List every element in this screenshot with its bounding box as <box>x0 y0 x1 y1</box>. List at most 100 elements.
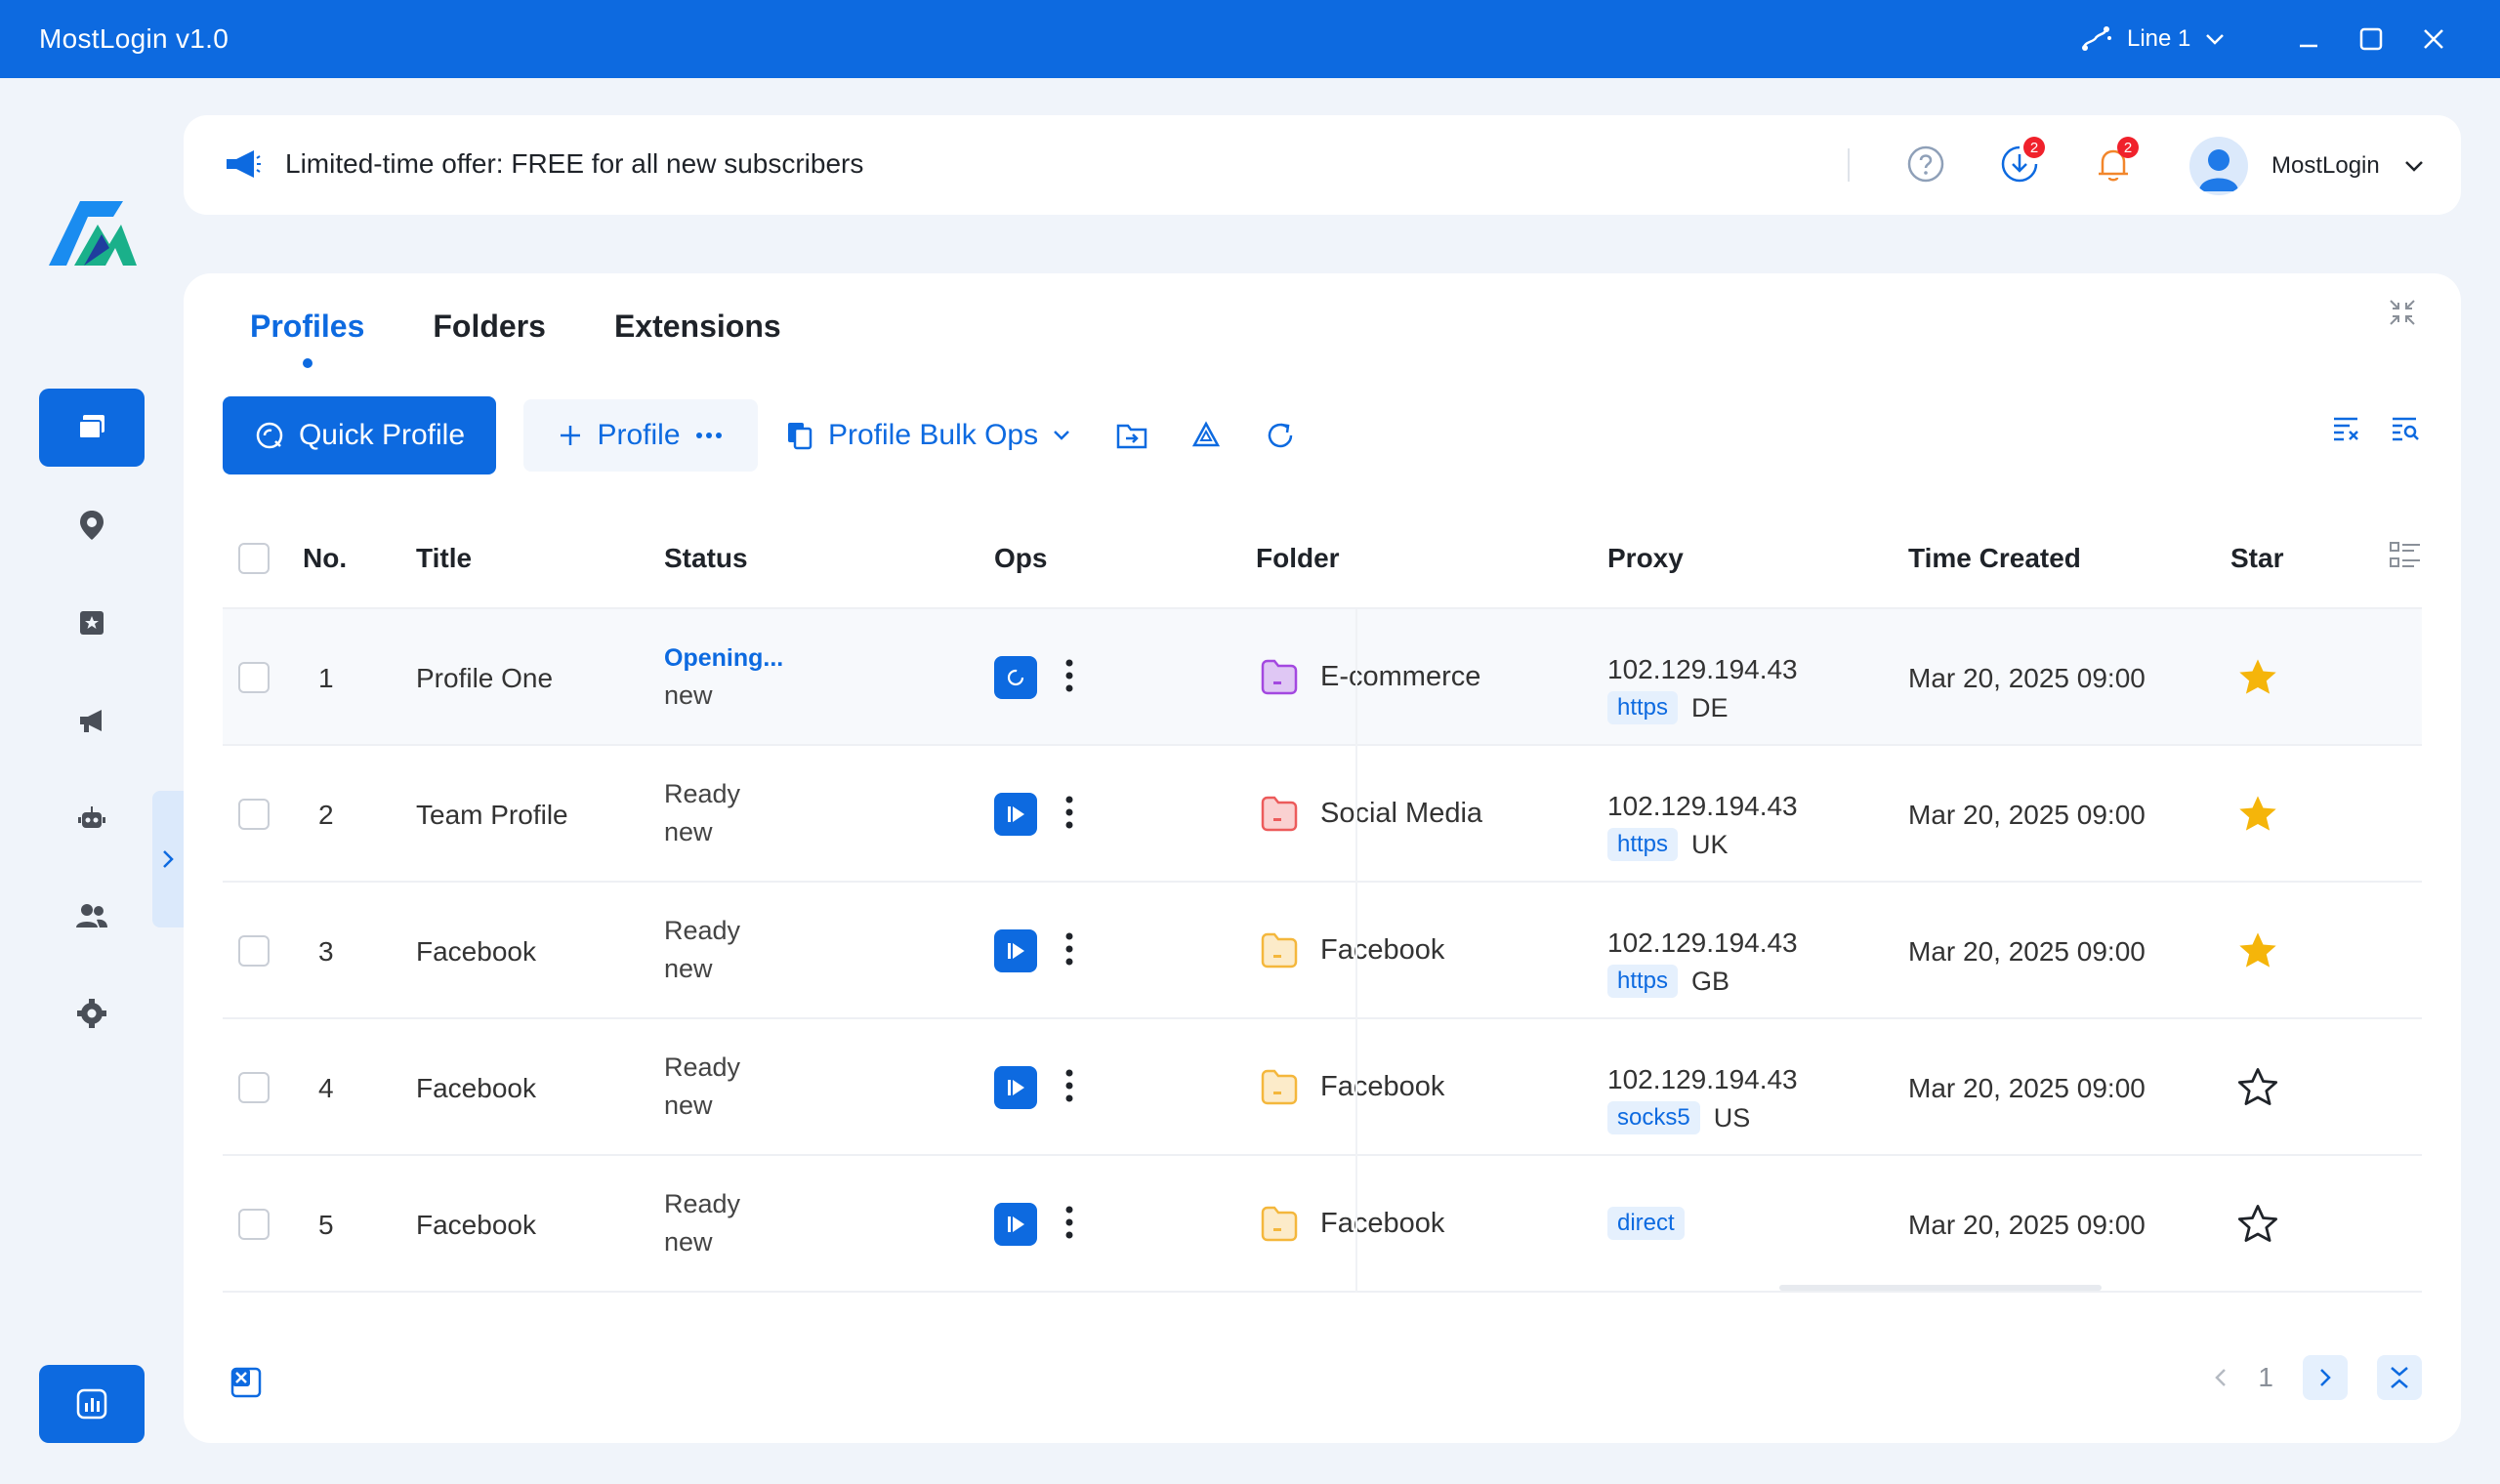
status: Opening... new <box>664 644 783 711</box>
sidebar-item-team[interactable] <box>39 877 145 955</box>
row-number: 4 <box>318 1073 334 1103</box>
sidebar-item-statistics[interactable] <box>39 1365 145 1443</box>
row-checkbox[interactable] <box>238 935 270 967</box>
open-profile-button[interactable] <box>994 1203 1037 1246</box>
sidebar-item-settings[interactable] <box>39 974 145 1052</box>
row-checkbox[interactable] <box>238 799 270 830</box>
move-to-folder-button[interactable] <box>1114 418 1149 453</box>
folder-cell[interactable]: Facebook <box>1260 1068 1444 1105</box>
open-profile-button[interactable] <box>994 1066 1037 1109</box>
open-profile-button[interactable] <box>994 793 1037 836</box>
status: Ready new <box>664 916 740 984</box>
opening-button[interactable] <box>994 656 1037 699</box>
notification-badge: 2 <box>2117 137 2139 158</box>
row-checkbox[interactable] <box>238 1209 270 1240</box>
collapse-rows-button[interactable] <box>2377 1355 2422 1400</box>
user-menu[interactable]: MostLogin <box>2189 137 2425 195</box>
sidebar-item-promotions[interactable] <box>39 681 145 760</box>
folder-cell[interactable]: Social Media <box>1260 795 1482 832</box>
tab-folders[interactable]: Folders <box>433 309 546 345</box>
profile-title[interactable]: Facebook <box>416 1210 536 1241</box>
next-page-icon <box>2320 1369 2331 1386</box>
star-filled-icon <box>2239 659 2276 694</box>
sidebar-expand-tab[interactable] <box>152 791 184 928</box>
horizontal-scrollbar[interactable] <box>1779 1285 2102 1291</box>
sidebar-item-profiles[interactable] <box>39 389 145 467</box>
prev-page-icon[interactable] <box>2213 1367 2229 1388</box>
row-more-button[interactable] <box>1064 931 1074 973</box>
sidebar-item-automation[interactable] <box>39 779 145 857</box>
sidebar-item-bookmarks[interactable] <box>39 584 145 662</box>
next-page-button[interactable] <box>2303 1355 2348 1400</box>
recycle-bin-button[interactable] <box>1188 418 1224 453</box>
row-more-button[interactable] <box>1064 658 1074 700</box>
row-checkbox[interactable] <box>238 1072 270 1103</box>
banner-divider <box>1848 148 1850 182</box>
row-more-button[interactable] <box>1064 1205 1074 1247</box>
tab-profiles[interactable]: Profiles <box>250 309 364 368</box>
table-row[interactable]: 4 Facebook Ready new Facebook 102.129.19… <box>223 1019 2422 1156</box>
column-status: Status <box>664 543 748 573</box>
bulk-ops-icon <box>788 423 812 450</box>
profile-title[interactable]: Facebook <box>416 1073 536 1104</box>
megaphone-icon <box>80 710 102 732</box>
column-settings-button[interactable] <box>2389 539 2422 579</box>
profiles-icon <box>78 415 104 439</box>
row-number: 2 <box>318 800 334 830</box>
star-toggle[interactable] <box>2236 656 2279 704</box>
profile-title[interactable]: Profile One <box>416 663 553 694</box>
collapse-panel-button[interactable] <box>2387 297 2418 333</box>
route-icon <box>2082 26 2111 51</box>
table-row[interactable]: 2 Team Profile Ready new Social Media 10… <box>223 746 2422 883</box>
minimize-button[interactable] <box>2289 20 2328 59</box>
table-row[interactable]: 3 Facebook Ready new Facebook 102.129.19… <box>223 883 2422 1019</box>
folder-name: E-commerce <box>1320 660 1481 692</box>
folder-move-icon <box>1116 424 1147 449</box>
quick-profile-button[interactable]: Quick Profile <box>223 396 496 474</box>
download-button[interactable]: 2 <box>1998 137 2045 186</box>
more-vertical-icon <box>1065 796 1073 829</box>
star-toggle[interactable] <box>2236 929 2279 977</box>
proxy-cell: 102.129.194.43 https DE <box>1607 654 1798 724</box>
star-outline-icon <box>2237 1068 2278 1105</box>
row-more-button[interactable] <box>1064 795 1074 837</box>
row-checkbox[interactable] <box>238 662 270 693</box>
star-toggle[interactable] <box>2236 1066 2279 1114</box>
export-excel-button[interactable] <box>229 1365 264 1405</box>
profile-title[interactable]: Facebook <box>416 936 536 968</box>
open-profile-button[interactable] <box>994 929 1037 972</box>
clear-filter-icon[interactable] <box>2330 412 2363 445</box>
time-created: Mar 20, 2025 09:00 <box>1908 800 2146 830</box>
profiles-table: No. Title Status Ops Folder Proxy Time C… <box>223 508 2422 1293</box>
folder-cell[interactable]: Facebook <box>1260 1205 1444 1242</box>
table-row[interactable]: 1 Profile One Opening... new E-commerce … <box>223 609 2422 746</box>
recycle-icon <box>1191 421 1221 447</box>
column-settings-icon <box>2390 542 2420 567</box>
status: Ready new <box>664 1052 740 1121</box>
help-button[interactable] <box>1904 143 1947 186</box>
refresh-button[interactable] <box>1263 418 1298 453</box>
bulk-ops-button[interactable]: Profile Bulk Ops <box>785 419 1071 452</box>
notifications-button[interactable]: 2 <box>2092 137 2139 186</box>
line-selector[interactable]: Line 1 <box>2080 24 2226 54</box>
current-page[interactable]: 1 <box>2258 1362 2273 1393</box>
star-toggle[interactable] <box>2236 1203 2279 1251</box>
close-button[interactable] <box>2414 20 2453 59</box>
sidebar-item-locations[interactable] <box>39 486 145 564</box>
offer-text[interactable]: Limited-time offer: FREE for all new sub… <box>285 148 863 180</box>
proxy-cell: 102.129.194.43 https UK <box>1607 791 1798 861</box>
maximize-button[interactable] <box>2352 20 2391 59</box>
profile-title[interactable]: Team Profile <box>416 800 568 831</box>
tab-extensions[interactable]: Extensions <box>614 309 781 345</box>
select-all-checkbox[interactable] <box>238 543 270 574</box>
folder-cell[interactable]: E-commerce <box>1260 658 1480 695</box>
folder-cell[interactable]: Facebook <box>1260 931 1444 969</box>
row-number: 1 <box>318 663 334 693</box>
more-horizontal-icon[interactable] <box>694 431 724 440</box>
star-toggle[interactable] <box>2236 793 2279 841</box>
table-row[interactable]: 5 Facebook Ready new Facebook direct Mar… <box>223 1156 2422 1293</box>
search-filter-icon[interactable] <box>2389 412 2422 445</box>
add-profile-button[interactable]: Profile <box>523 399 758 472</box>
row-more-button[interactable] <box>1064 1068 1074 1110</box>
star-filled-icon <box>2239 796 2276 831</box>
